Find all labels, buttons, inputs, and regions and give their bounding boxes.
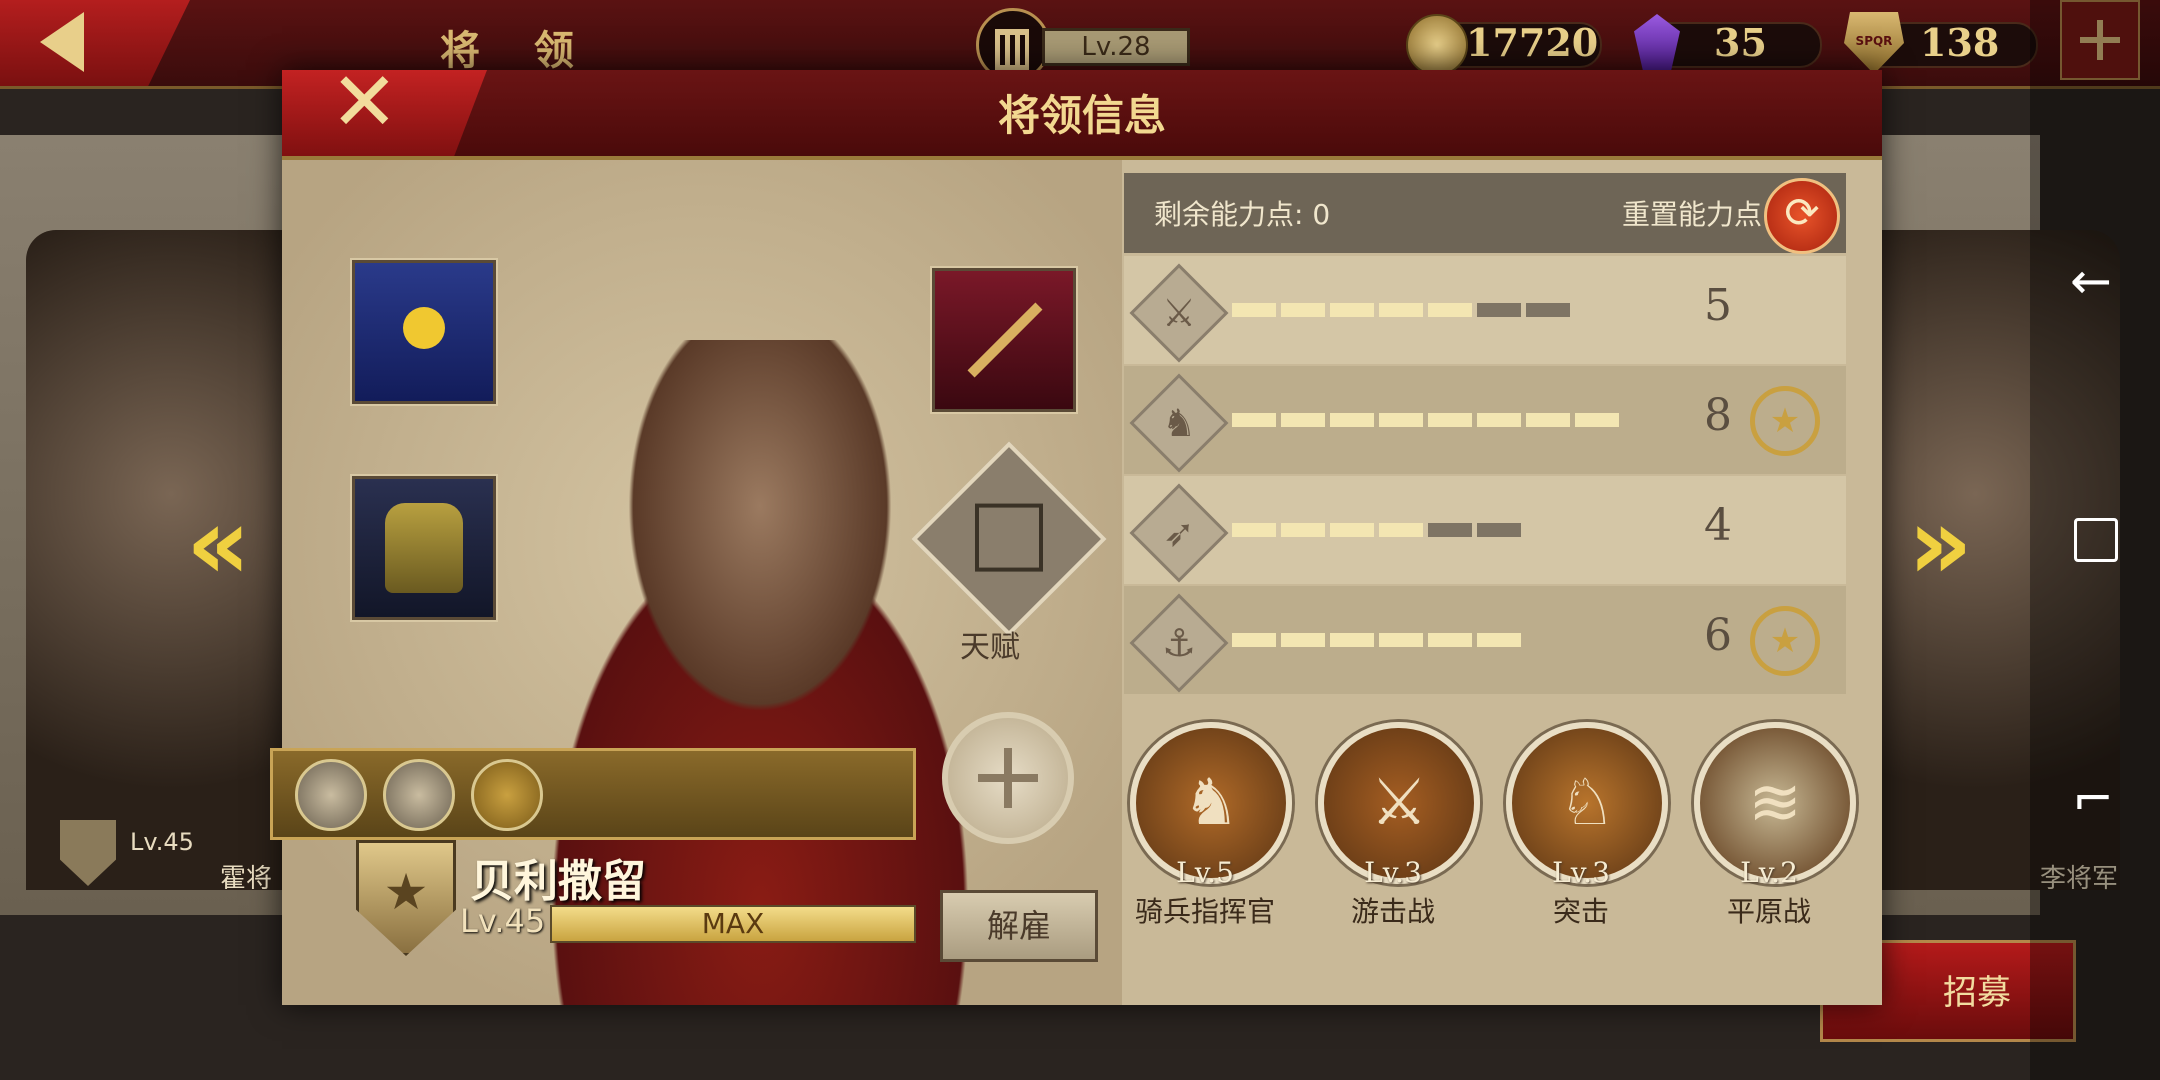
spqr-text: SPQR	[1855, 34, 1893, 48]
stat-value: 5	[1704, 280, 1732, 331]
add-slot-button[interactable]	[942, 712, 1074, 844]
page-title: 将 领	[440, 28, 594, 74]
stat-bar-segment	[1526, 413, 1570, 427]
stat-bar-segment	[1428, 303, 1472, 317]
stat-bar-segment	[1428, 413, 1472, 427]
stat-bar-segment	[1428, 523, 1472, 537]
nav-recents-icon[interactable]	[2074, 518, 2118, 562]
sun-banner-icon	[403, 307, 445, 349]
stat-row: ♞ 8 ★	[1124, 366, 1846, 474]
token-value: 138	[1920, 20, 2000, 65]
left-general-level: Lv.45	[130, 828, 194, 856]
stat-bar-segment	[1281, 303, 1325, 317]
stat-bar-segment	[1281, 523, 1325, 537]
nav-back-icon[interactable]: ←	[2070, 252, 2112, 310]
reset-points-label: 重置能力点	[1622, 198, 1763, 231]
stat-bar-segment	[1477, 303, 1521, 317]
prev-general-chevron-icon[interactable]: «	[186, 494, 251, 594]
laurel-star-icon: ★	[1750, 606, 1820, 676]
dismiss-button[interactable]: 解雇	[940, 890, 1098, 962]
medal-strip	[270, 748, 916, 840]
anchor-icon: ⚓	[1129, 593, 1229, 693]
medal-beast-icon[interactable]	[295, 759, 367, 831]
skill-level: Lv.2	[1740, 856, 1798, 889]
gold-coin-icon	[1406, 14, 1468, 76]
stat-row: ⚓ 6 ★	[1124, 586, 1846, 694]
panel-header: 将领信息	[282, 70, 1882, 160]
close-icon: ✕	[330, 55, 399, 150]
skill-name: 突击	[1552, 895, 1609, 928]
stat-bar-segment	[1232, 523, 1276, 537]
skill-level: Lv.3	[1364, 856, 1422, 889]
stat-bar-segment	[1379, 523, 1423, 537]
stat-bar-segment	[1232, 633, 1276, 647]
stat-row: ⚔ 5	[1124, 256, 1846, 364]
player-level-bar: Lv.28	[1042, 28, 1190, 66]
stat-value: 8	[1704, 390, 1732, 441]
stat-bar-segment	[1477, 633, 1521, 647]
left-general-name: 霍将	[220, 864, 273, 894]
stat-bar-segment	[1232, 413, 1276, 427]
stat-bar-segment	[1379, 303, 1423, 317]
laurel-star-icon: ★	[1750, 386, 1820, 456]
skill-name: 游击战	[1350, 895, 1435, 928]
reset-points-button[interactable]: ⟳	[1764, 178, 1840, 254]
medal-shield-icon[interactable]	[383, 759, 455, 831]
stat-bar-segment	[1232, 303, 1276, 317]
hero-name: 贝利撒留	[470, 856, 646, 907]
remaining-points-label: 剩余能力点: 0	[1154, 198, 1331, 231]
skill-name: 平原战	[1726, 895, 1811, 928]
recruit-label: 招募	[1943, 973, 2011, 1013]
panel-title: 将领信息	[997, 91, 1166, 140]
lock-icon[interactable]	[471, 759, 543, 831]
xp-label: MAX	[701, 907, 765, 940]
hero-level: Lv.45	[460, 902, 546, 940]
stat-bar-segment	[1379, 413, 1423, 427]
skill-name: 骑兵指挥官	[1134, 895, 1275, 928]
sword-icon: ⚔	[1129, 263, 1229, 363]
stat-bar-segment	[1575, 413, 1619, 427]
stat-bar-segment	[1477, 413, 1521, 427]
player-level: Lv.28	[1081, 32, 1151, 62]
nav-home-icon[interactable]: ⌐	[2072, 770, 2114, 828]
back-arrow-icon	[40, 12, 84, 72]
close-button[interactable]: ✕	[282, 70, 487, 156]
stat-bar-segment	[1281, 413, 1325, 427]
stat-value: 4	[1704, 500, 1732, 551]
stat-bar-segment	[1330, 413, 1374, 427]
stat-row: ➶ 4	[1124, 476, 1846, 584]
stat-bar-segment	[1281, 633, 1325, 647]
skill-level: Lv.3	[1552, 856, 1610, 889]
talent-label: 天赋	[960, 630, 1020, 665]
stat-bar-segment	[1330, 523, 1374, 537]
stat-value: 6	[1704, 610, 1732, 661]
xp-bar: MAX	[550, 905, 916, 943]
stat-bar-segment	[1330, 303, 1374, 317]
stat-bar-segment	[1379, 633, 1423, 647]
stat-bar-segment	[1526, 303, 1570, 317]
gem-value: 35	[1714, 20, 1767, 65]
horse-icon: ♞	[1129, 373, 1229, 473]
stat-bar-segment	[1330, 633, 1374, 647]
ability-points-header: 剩余能力点: 0 重置能力点	[1124, 173, 1846, 253]
siege-engine-icon	[975, 503, 1043, 572]
gold-value: 17720	[1466, 20, 1599, 65]
stat-bar-segment	[1428, 633, 1472, 647]
next-general-chevron-icon[interactable]: »	[1908, 494, 1973, 594]
bow-icon: ➶	[1129, 483, 1229, 583]
stat-bar-segment	[1477, 523, 1521, 537]
skill-level: Lv.5	[1176, 856, 1234, 889]
